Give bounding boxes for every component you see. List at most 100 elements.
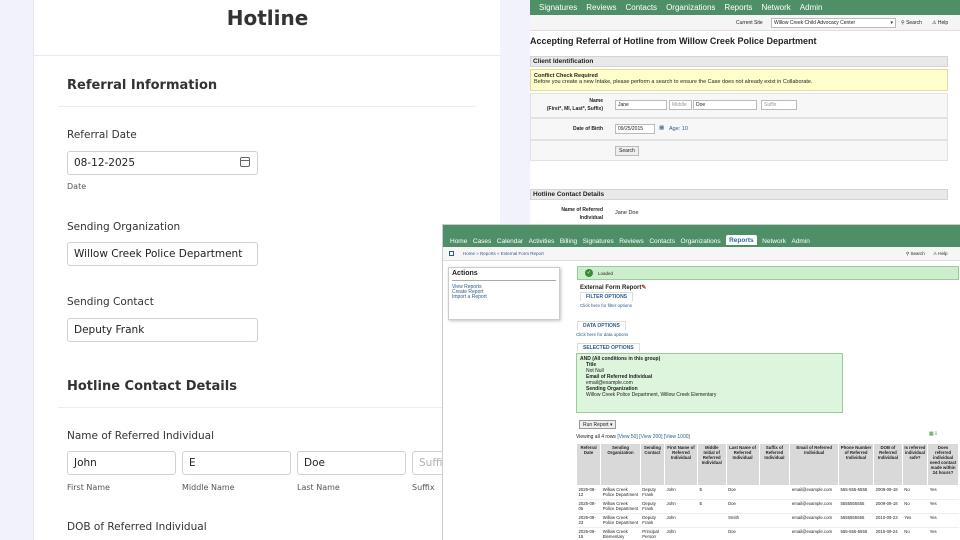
nav-item[interactable]: Reports	[724, 3, 752, 12]
nav-item[interactable]: Signatures	[539, 3, 577, 12]
table-cell	[697, 527, 727, 540]
nav-item-reports[interactable]: Reports	[726, 235, 757, 245]
form-title: Hotline	[226, 6, 309, 30]
search-link[interactable]: ⚲ Search	[906, 251, 925, 257]
table-cell: Willow Creek Police Department	[600, 485, 641, 500]
sending-contact-label: Sending Contact	[67, 296, 154, 308]
column-header[interactable]: Last Name of Referred Individual	[725, 443, 760, 486]
edit-icon[interactable]: ✎	[641, 285, 646, 291]
accept-referral-window: Signatures Reviews Contacts Organization…	[530, 0, 960, 225]
nav-item-home[interactable]: Home	[450, 238, 467, 245]
breadcrumb-bar: Home » Reports » External Form Report ⚲ …	[443, 247, 960, 261]
import-report-link[interactable]: Import a Report	[452, 294, 487, 300]
column-header[interactable]: Phone Number of Referred Individual	[837, 443, 875, 486]
last-name-input[interactable]: Doe	[693, 100, 757, 110]
column-header[interactable]: Sending Organization	[600, 443, 641, 486]
table-cell: John	[664, 485, 698, 500]
filter-options-link[interactable]: Click here for filter options	[580, 303, 632, 308]
page-heading: Accepting Referral of Hotline from Willo…	[530, 36, 817, 46]
table-cell: No	[902, 485, 928, 500]
nav-item[interactable]: Admin	[800, 3, 823, 12]
table-cell: John	[664, 527, 698, 540]
nav-item[interactable]: Organizations	[666, 3, 715, 12]
table-row: 2025-08-12 Willow Creek Police Department…	[576, 485, 959, 500]
sending-contact-input[interactable]: Deputy Frank	[67, 318, 258, 342]
nav-item-signatures[interactable]: Signatures	[583, 238, 614, 245]
view-200-link[interactable]: [View 200]	[639, 434, 662, 440]
divider	[58, 106, 476, 107]
run-report-button[interactable]: Run Report ▾	[579, 420, 617, 429]
suffix-hint: Suffix	[412, 483, 435, 492]
nav-item-reviews[interactable]: Reviews	[619, 238, 644, 245]
column-header[interactable]: Is referred individual safe?	[901, 443, 929, 486]
table-cell: 2025-08-05	[576, 499, 601, 514]
table-cell: 2009-09-18	[873, 485, 903, 500]
column-header[interactable]: Email of Referred Individual	[789, 443, 839, 486]
column-header[interactable]: Sending Contact	[639, 443, 665, 486]
calendar-icon[interactable]	[240, 157, 250, 167]
nav-item-network[interactable]: Network	[762, 238, 786, 245]
column-header[interactable]: Suffix of Referred Individual	[758, 443, 791, 486]
report-title: External Form Report✎	[580, 285, 647, 291]
table-cell: 5555555555	[838, 499, 874, 514]
nav-item[interactable]: Contacts	[625, 3, 657, 12]
table-cell: email@example.com	[789, 485, 839, 500]
name-label: Name	[589, 98, 603, 104]
nav-item-billing[interactable]: Billing	[560, 238, 577, 245]
table-cell: E	[697, 485, 727, 500]
nav-item-admin[interactable]: Admin	[791, 238, 809, 245]
table-row: 2025-09-23 Willow Creek Police Department…	[576, 513, 959, 528]
referral-date-value: 08-12-2025	[74, 157, 136, 169]
table-cell: 2025-09-15	[576, 527, 601, 540]
tab-filter-options[interactable]: FILTER OPTIONS	[580, 292, 634, 301]
column-header[interactable]: Does referred individual need contact ma…	[927, 443, 959, 486]
referral-date-input[interactable]: 08-12-2025	[67, 151, 258, 175]
dob-input[interactable]: 09/25/2015	[615, 124, 655, 134]
view-50-link[interactable]: [View 50]	[617, 434, 637, 440]
nav-item-cases[interactable]: Cases	[473, 238, 491, 245]
nav-item[interactable]: Reviews	[586, 3, 616, 12]
table-cell	[759, 513, 790, 528]
middle-name-input[interactable]: E	[182, 451, 291, 475]
column-header[interactable]: DOB of Referred Individual	[873, 443, 903, 486]
client-identification-header: Client Identification	[530, 56, 948, 67]
hotline-details-header: Hotline Contact Details	[530, 189, 948, 200]
check-icon: ✓	[585, 269, 593, 277]
column-header[interactable]: First Name of Referred Individual	[663, 443, 698, 486]
breadcrumb[interactable]: Home » Reports » External Form Report	[463, 251, 544, 256]
nav-item[interactable]: Network	[761, 3, 790, 12]
current-site-select[interactable]: Willow Creek Child Advocacy Center	[771, 18, 896, 28]
table-cell: No	[902, 499, 928, 514]
selected-options-box: AND (All conditions in this group) Title N…	[576, 353, 843, 413]
nav-item-organizations[interactable]: Organizations	[680, 238, 720, 245]
help-link[interactable]: ⚠ Help	[932, 20, 948, 26]
calendar-icon[interactable]: ▦	[659, 125, 664, 131]
table-cell: 2025-08-12	[576, 485, 601, 500]
divider	[34, 55, 500, 56]
table-cell: 2010-09-23	[873, 513, 903, 528]
table-cell: John	[664, 499, 698, 514]
sending-org-input[interactable]: Willow Creek Police Department	[67, 242, 258, 266]
search-link[interactable]: ⚲ Search	[901, 20, 922, 26]
help-link[interactable]: ⚠ Help	[933, 251, 948, 257]
nav-item-contacts[interactable]: Contacts	[649, 238, 675, 245]
data-options-link[interactable]: Click here for data options	[576, 332, 628, 337]
column-header[interactable]: Referral Date	[575, 443, 602, 486]
suffix-input[interactable]: Suffix	[761, 100, 797, 110]
export-icon[interactable]: ▦⇩	[929, 431, 938, 437]
nav-item-activities[interactable]: Activities	[529, 238, 555, 245]
view-1000-link[interactable]: [View 1000]	[664, 434, 690, 440]
menu-icon[interactable]	[449, 251, 454, 256]
search-button[interactable]: Search	[615, 146, 639, 156]
table-cell: Deputy Frank	[640, 499, 665, 514]
selected-option-line: Willow Creek Police Department, Willow C…	[586, 392, 717, 398]
last-name-input[interactable]: Doe	[297, 451, 406, 475]
first-name-input[interactable]: Jane	[615, 100, 667, 110]
tab-data-options[interactable]: DATA OPTIONS	[577, 321, 626, 330]
nav-item-calendar[interactable]: Calendar	[497, 238, 523, 245]
middle-input[interactable]: Middle	[669, 100, 692, 110]
column-header[interactable]: Middle Initial of Referred Individual	[696, 443, 727, 486]
tab-selected-options[interactable]: SELECTED OPTIONS	[577, 343, 640, 352]
table-cell: email@example.com	[789, 527, 839, 540]
first-name-input[interactable]: John	[67, 451, 176, 475]
